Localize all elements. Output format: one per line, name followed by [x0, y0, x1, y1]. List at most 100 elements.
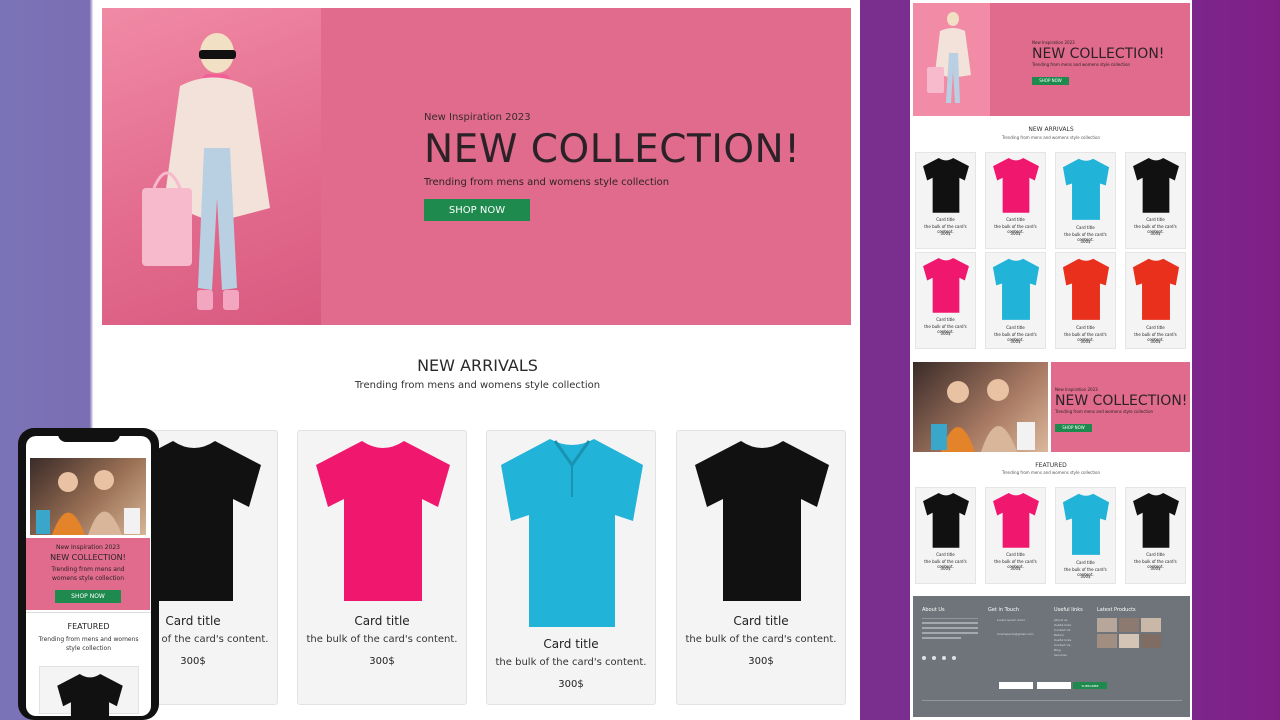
card-title: Card title: [1006, 325, 1025, 330]
hero-kicker: New Inspiration 2023: [424, 112, 531, 123]
tshirt-image: [993, 492, 1039, 548]
footer-social-icons: [922, 656, 956, 660]
preview-product-card[interactable]: Card title the bulk of the card's conten…: [915, 252, 976, 349]
card-title: Card title: [936, 552, 955, 557]
card-title: Card title: [1076, 225, 1095, 230]
footer-email[interactable]: loremipsum@gmail.com: [997, 632, 1033, 637]
shoppers-photo: [36, 470, 140, 535]
linkedin-icon[interactable]: [952, 656, 956, 660]
tshirt-image: [993, 157, 1039, 213]
preview-product-card[interactable]: Card title the bulk of the card's conten…: [1125, 252, 1186, 349]
section-subtitle: Trending from mens and womens style coll…: [354, 380, 601, 391]
mobile-divider: [26, 612, 151, 613]
hero-model-figure: [142, 33, 270, 310]
card-title: Card title: [936, 317, 955, 322]
footer-divider: [922, 700, 1182, 701]
product-card[interactable]: Card title the bulk of the card's conten…: [486, 430, 656, 705]
card-title: Card title: [1006, 217, 1025, 222]
product-thumb[interactable]: [1119, 618, 1139, 632]
preview-hero: New Inspiration 2023 NEW COLLECTION! Tre…: [913, 3, 1190, 116]
promo-banner: New Inspiration 2023 NEW COLLECTION! Tre…: [1051, 362, 1190, 452]
product-card[interactable]: Card title the bulk of the card's conten…: [676, 430, 846, 705]
card-title: Card title: [1076, 325, 1095, 330]
footer-link[interactable]: Services: [1054, 653, 1071, 658]
footer-about-heading: About Us: [922, 607, 945, 613]
preview-product-card[interactable]: Card title the bulk of the card's conten…: [915, 152, 976, 249]
mobile-product-card[interactable]: [39, 666, 139, 716]
product-thumb[interactable]: [1141, 618, 1161, 632]
phone-notch: [58, 432, 120, 442]
preview-hero-image: [913, 3, 990, 116]
tshirt-image: [923, 257, 969, 313]
preview-model-figure: [927, 12, 971, 103]
preview-shop-now-button[interactable]: SHOP NOW: [1032, 76, 1069, 85]
preview-product-card[interactable]: Card title the bulk of the card's conten…: [1055, 152, 1116, 249]
instagram-icon[interactable]: [932, 656, 936, 660]
preview-featured-subtitle: Trending from mens and womens style coll…: [1001, 470, 1101, 475]
preview-hero-title: NEW COLLECTION!: [1032, 46, 1165, 62]
card-price: 300$: [369, 656, 395, 667]
product-thumb[interactable]: [1119, 634, 1139, 648]
preview-product-card[interactable]: Card title the bulk of the card's conten…: [1125, 152, 1186, 249]
preview-featured-card[interactable]: Card title the bulk of the card's conten…: [915, 487, 976, 584]
card-price: 300$: [1150, 339, 1161, 344]
mobile-shop-now-button[interactable]: SHOP NOW: [55, 590, 121, 603]
promo-subtitle: Trending from mens and womens style coll…: [1055, 409, 1154, 414]
promo-shop-now-button[interactable]: SHOP NOW: [1055, 423, 1092, 432]
product-thumb[interactable]: [1141, 634, 1161, 648]
product-card[interactable]: Card title the bulk of the card's conten…: [297, 430, 467, 705]
preview-product-card[interactable]: Card title the bulk of the card's conten…: [985, 252, 1046, 349]
preview-featured-card[interactable]: Card title the bulk of the card's conten…: [985, 487, 1046, 584]
newsletter-name-input[interactable]: [999, 682, 1033, 689]
card-price: 300$: [940, 231, 951, 236]
tshirt-image: [923, 157, 969, 213]
preview-featured-card[interactable]: Card title the bulk of the card's conten…: [1055, 487, 1116, 584]
promo-kicker: New Inspiration 2023: [1055, 387, 1098, 392]
section-title: NEW ARRIVALS: [417, 356, 538, 375]
shoppers-photo: [931, 379, 1035, 452]
preview-arrivals-title: NEW ARRIVALS: [1028, 126, 1074, 133]
card-price: 300$: [1010, 339, 1021, 344]
mobile-title: NEW COLLECTION!: [50, 553, 126, 562]
preview-product-card[interactable]: Card title the bulk of the card's conten…: [985, 152, 1046, 249]
newsletter-email-input[interactable]: [1037, 682, 1071, 689]
card-price: 300$: [1150, 231, 1161, 236]
card-text: the bulk of the card's content.: [685, 634, 837, 645]
card-price: 300$: [1150, 566, 1161, 571]
card-title: Card title: [1146, 325, 1165, 330]
hero-title: NEW COLLECTION!: [424, 127, 801, 172]
card-title: Card title: [1006, 552, 1025, 557]
tshirt-image: [1133, 492, 1179, 548]
subscribe-button[interactable]: SUBSCRIBE: [1073, 682, 1107, 689]
card-title: Card title: [1146, 552, 1165, 557]
product-thumb[interactable]: [1097, 618, 1117, 632]
shop-now-button[interactable]: SHOP NOW: [424, 199, 530, 221]
card-title: Card title: [733, 614, 789, 628]
card-title: Card title: [354, 614, 410, 628]
card-title: Card title: [1146, 217, 1165, 222]
polo-shirt-image: [1062, 158, 1110, 220]
card-price: 300$: [1080, 574, 1091, 579]
polo-shirt-image: [1132, 258, 1180, 320]
facebook-icon[interactable]: [922, 656, 926, 660]
footer-links-heading: Useful links: [1054, 607, 1083, 613]
preview-footer: About Us Get in Touch Useful links Lates…: [913, 596, 1190, 717]
mobile-hero: New Inspiration 2023 NEW COLLECTION! Tre…: [26, 538, 150, 610]
card-price: 300$: [1080, 339, 1091, 344]
footer-contact-heading: Get in Touch: [988, 607, 1019, 613]
card-price: 300$: [748, 656, 774, 667]
card-title: Card title: [543, 637, 599, 651]
preview-product-card[interactable]: Card title the bulk of the card's conten…: [1055, 252, 1116, 349]
footer-links-list: About us Useful links Contact Us Return …: [1054, 618, 1071, 658]
product-thumb[interactable]: [1097, 634, 1117, 648]
tshirt-image: [695, 441, 829, 601]
hero-model-image: [102, 8, 321, 325]
twitter-icon[interactable]: [942, 656, 946, 660]
preview-hero-subtitle: Trending from mens and womens style coll…: [1032, 62, 1131, 67]
mobile-banner-image: [30, 458, 146, 535]
phone-screen: New Inspiration 2023 NEW COLLECTION! Tre…: [26, 436, 151, 716]
mobile-featured-subtitle: Trending from mens and womens style coll…: [38, 636, 139, 652]
preview-featured-card[interactable]: Card title the bulk of the card's conten…: [1125, 487, 1186, 584]
card-price: 300$: [1010, 231, 1021, 236]
promo-title: NEW COLLECTION!: [1055, 393, 1188, 409]
